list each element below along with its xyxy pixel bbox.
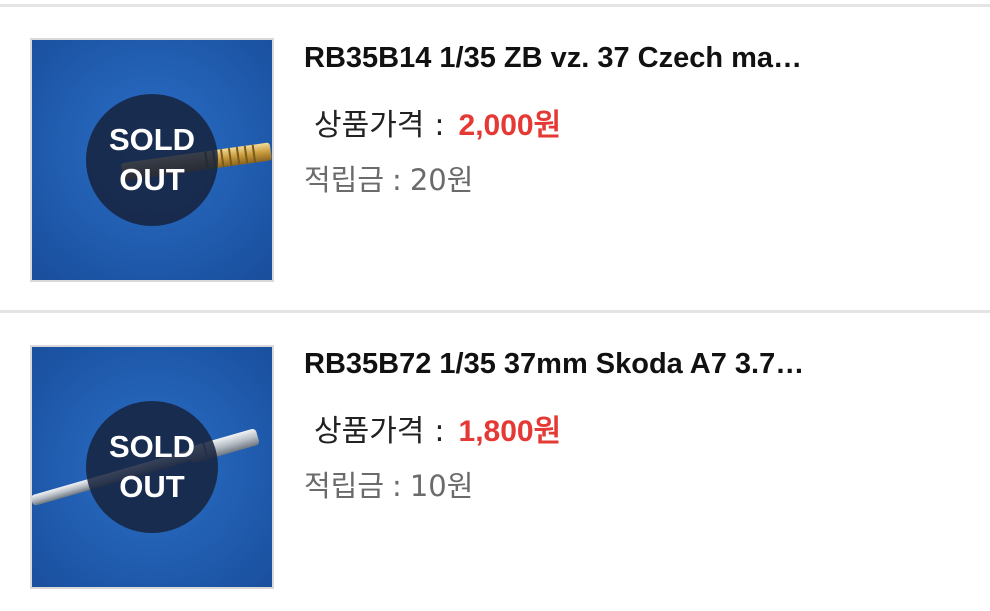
points-label: 적립금 bbox=[304, 469, 385, 503]
product-thumbnail[interactable]: SOLD OUT bbox=[30, 38, 274, 282]
price-row: 상품가격:1,800원 bbox=[314, 412, 944, 452]
price-value: 1,800원 bbox=[458, 415, 562, 448]
points-colon: : bbox=[392, 163, 402, 197]
product-title[interactable]: RB35B72 1/35 37mm Skoda A7 3.7… bbox=[304, 344, 924, 384]
price-colon: : bbox=[434, 414, 445, 449]
product-info: RB35B72 1/35 37mm Skoda A7 3.7… 상품가격:1,8… bbox=[304, 344, 944, 506]
sold-out-line1: SOLD bbox=[108, 429, 196, 464]
top-divider bbox=[0, 4, 990, 7]
price-label: 상품가격 bbox=[314, 414, 425, 449]
product-item[interactable]: SOLD OUT RB35B72 1/35 37mm Skoda A7 3.7…… bbox=[0, 314, 990, 604]
sold-out-line2: OUT bbox=[119, 469, 185, 504]
price-colon: : bbox=[434, 108, 445, 143]
product-thumbnail[interactable]: SOLD OUT bbox=[30, 345, 274, 589]
sold-out-line1: SOLD bbox=[108, 122, 196, 157]
item-divider bbox=[0, 310, 990, 313]
sold-out-badge: SOLD OUT bbox=[86, 401, 218, 533]
product-list-page: SOLD OUT RB35B14 1/35 ZB vz. 37 Czech ma… bbox=[0, 0, 990, 611]
product-title[interactable]: RB35B14 1/35 ZB vz. 37 Czech ma… bbox=[304, 38, 924, 78]
points-colon: : bbox=[392, 469, 402, 503]
sold-out-badge: SOLD OUT bbox=[86, 94, 218, 226]
points-value: 10원 bbox=[409, 469, 474, 503]
product-item[interactable]: SOLD OUT RB35B14 1/35 ZB vz. 37 Czech ma… bbox=[0, 8, 990, 298]
points-row: 적립금:20원 bbox=[304, 160, 944, 200]
price-value: 2,000원 bbox=[458, 109, 562, 142]
points-row: 적립금:10원 bbox=[304, 466, 944, 506]
price-row: 상품가격:2,000원 bbox=[314, 106, 944, 146]
points-value: 20원 bbox=[409, 163, 474, 197]
product-info: RB35B14 1/35 ZB vz. 37 Czech ma… 상품가격:2,… bbox=[304, 38, 944, 200]
price-label: 상품가격 bbox=[314, 108, 425, 143]
points-label: 적립금 bbox=[304, 163, 385, 197]
sold-out-line2: OUT bbox=[119, 162, 185, 197]
